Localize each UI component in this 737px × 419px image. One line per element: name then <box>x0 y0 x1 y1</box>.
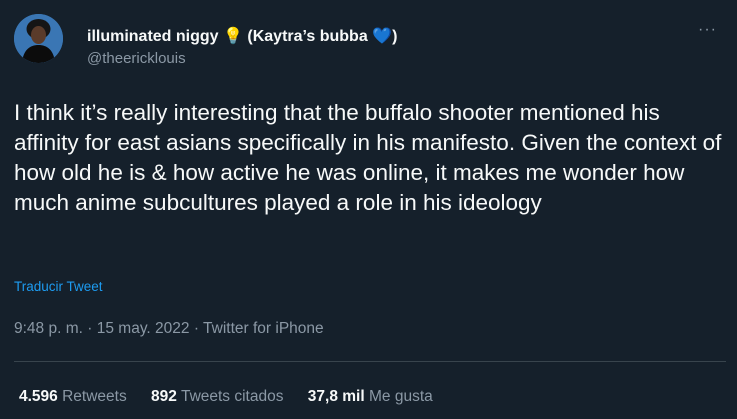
quotes-label: Tweets citados <box>180 388 284 405</box>
more-options-icon[interactable]: ··· <box>698 22 717 38</box>
translate-tweet-link[interactable]: Traducir Tweet <box>14 279 103 294</box>
tweet-date[interactable]: 15 may. 2022 <box>97 320 190 337</box>
retweets-count: 4.596 <box>19 388 58 405</box>
tweet-text: I think it’s really interesting that the… <box>14 100 722 215</box>
meta-separator: · <box>193 320 199 337</box>
likes-count: 37,8 mil <box>307 388 365 405</box>
avatar-image <box>14 14 63 63</box>
display-name[interactable]: illuminated niggy 💡 (Kaytra’s bubba 💙) <box>87 26 397 46</box>
divider <box>14 361 726 362</box>
retweets-label: Retweets <box>62 388 127 405</box>
retweets-stat[interactable]: 4.596 Retweets <box>19 388 131 405</box>
meta-separator: · <box>87 320 93 337</box>
quotes-stat[interactable]: 892 Tweets citados <box>151 388 288 405</box>
tweet-card: illuminated niggy 💡 (Kaytra’s bubba 💙) @… <box>0 0 737 419</box>
likes-stat[interactable]: 37,8 mil Me gusta <box>308 388 433 405</box>
lightbulb-icon: 💡 <box>223 28 243 45</box>
likes-label: Me gusta <box>368 388 433 405</box>
tweet-source[interactable]: Twitter for iPhone <box>203 320 324 337</box>
tweet-stats: 4.596 Retweets 892 Tweets citados 37,8 m… <box>19 388 453 406</box>
quotes-count: 892 <box>151 388 177 405</box>
author-name-close: ) <box>392 28 398 45</box>
tweet-time[interactable]: 9:48 p. m. <box>14 320 83 337</box>
tweet-meta: 9:48 p. m. · 15 may. 2022 · Twitter for … <box>14 320 324 338</box>
avatar[interactable] <box>14 14 63 63</box>
blue-heart-icon: 💙 <box>372 28 393 45</box>
author-handle[interactable]: @theericklouis <box>87 50 186 67</box>
author-name: illuminated niggy <box>87 28 219 45</box>
author-name-suffix: (Kaytra’s bubba <box>247 28 368 45</box>
